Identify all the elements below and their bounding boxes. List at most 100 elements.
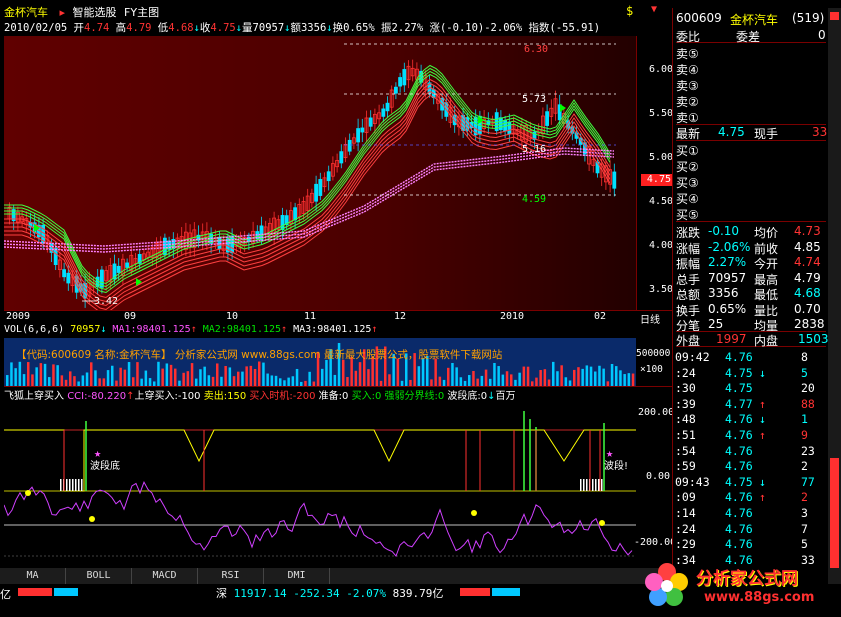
trade-arrow: ↑ <box>759 428 766 442</box>
tab-macd[interactable]: MACD <box>132 568 198 584</box>
tab-boll[interactable]: BOLL <box>66 568 132 584</box>
candlestick-chart[interactable]: 6.30 5.73 5.16 4.59 3.42 <box>4 36 636 322</box>
trade-time: :24 <box>675 521 696 536</box>
stat-label: 均价 <box>754 226 779 240</box>
volume-bar <box>136 362 139 386</box>
volume-bar <box>598 365 601 386</box>
vol-label: 量 <box>242 22 253 34</box>
smart-select-menu[interactable]: 智能选股 <box>73 6 117 19</box>
volume-bar <box>396 358 400 386</box>
trade-volume: 5 <box>801 365 808 380</box>
volume-bar <box>367 369 370 386</box>
volume-bar <box>455 367 458 386</box>
stat-value: 0.70 <box>794 301 821 316</box>
volume-axis-unit: ×100 <box>640 364 663 375</box>
volume-bar <box>211 376 215 386</box>
volume-bar <box>564 377 568 386</box>
stat-row: 总额 3356 最低 4.68 <box>676 286 826 302</box>
trade-volume: 1 <box>801 412 808 427</box>
trade-row: :29 4.76 5 <box>675 537 825 552</box>
stat-label: 量比 <box>754 303 779 318</box>
market-bar-2 <box>460 588 520 596</box>
volume-bar <box>321 368 324 386</box>
stat-value: 3356 <box>708 286 739 300</box>
candle-body <box>326 171 331 182</box>
volume-bar <box>497 366 500 386</box>
candle-body <box>339 151 344 164</box>
indicator-lines-group <box>4 411 636 557</box>
stat-value: 4.68 <box>794 286 821 300</box>
volume-bar <box>279 378 282 386</box>
trade-row: :30 4.75 20 <box>675 381 825 396</box>
candle-body <box>347 139 352 152</box>
volume-panel: VOL(6,6,6) 70957↓ MA1:98401.125↑ MA2:984… <box>4 324 672 386</box>
stat-label: 换手 <box>676 303 701 318</box>
volume-bar <box>510 374 513 386</box>
sell-4: 卖④ <box>676 63 699 77</box>
stock-name-right: 金杯汽车 <box>730 13 779 27</box>
vol-ma2: MA2:98401.125 <box>202 324 282 335</box>
low-label-342: 3.42 <box>94 296 118 307</box>
dropdown-arrow-icon[interactable]: ▸ <box>60 6 66 19</box>
volume-bar <box>106 370 110 386</box>
indicator-chart[interactable]: 波段底 波段! ★ ★ <box>4 401 636 569</box>
volume-bar <box>619 370 622 386</box>
stat-label: 涨跌 <box>676 226 701 240</box>
outer-label: 外盘 <box>676 334 701 348</box>
volume-bar <box>85 372 89 386</box>
volume-bar <box>27 362 30 386</box>
menu-down-icon[interactable]: ▼ <box>651 4 657 15</box>
signal-bar <box>583 479 585 491</box>
tab-dmi[interactable]: DMI <box>264 568 330 584</box>
tab-rsi[interactable]: RSI <box>198 568 264 584</box>
high-label: 高 <box>115 22 127 34</box>
close-label: 收 <box>199 22 211 34</box>
price-tick: 4.50 <box>649 196 674 207</box>
trade-price: 4.76 <box>725 490 753 505</box>
trade-volume: 23 <box>801 443 815 458</box>
candle-body <box>230 235 235 254</box>
trade-row: 09:43 4.75 ↓ 77 <box>675 475 825 490</box>
scrollbar[interactable] <box>828 8 841 584</box>
tab-ma[interactable]: MA <box>0 568 66 584</box>
vol-legend-label: VOL(6,6,6) <box>4 324 65 335</box>
trade-price: 4.76 <box>725 506 753 520</box>
trade-row: :09 4.76 ↑ 2 <box>675 490 825 505</box>
volume-bar <box>266 373 269 386</box>
candle-body <box>125 262 129 268</box>
volume-bar <box>48 377 51 386</box>
volume-bar <box>287 377 290 386</box>
stock-header: 600609 金杯汽车 (519) <box>676 11 826 27</box>
trade-row: :54 4.76 23 <box>675 444 825 459</box>
trade-price: 4.76 <box>725 459 753 474</box>
volume-bar <box>270 375 274 386</box>
volume-bar <box>90 362 93 386</box>
trade-volume: 20 <box>801 381 815 396</box>
candle-body <box>545 111 549 126</box>
dollar-icon[interactable]: $ <box>626 4 633 18</box>
volume-bar <box>631 373 635 386</box>
volume-bar <box>132 377 135 386</box>
signal-bar <box>595 479 597 491</box>
volume-bar <box>480 375 484 386</box>
trade-volume: 5 <box>801 537 808 552</box>
sell-1: 卖① <box>676 109 826 125</box>
volume-bar <box>556 371 559 386</box>
trade-time: :24 <box>675 365 696 380</box>
signal-bar <box>72 479 74 491</box>
volume-bar <box>35 367 38 386</box>
main-indicator-menu[interactable]: FY主图 <box>124 6 159 19</box>
trade-row: :24 4.75 ↓ 5 <box>675 366 825 381</box>
candle-body <box>368 117 373 127</box>
volume-bar <box>417 366 421 386</box>
trade-volume: 2 <box>801 490 808 505</box>
level-label-630: 6.30 <box>524 44 548 55</box>
volume-bar <box>249 365 253 386</box>
star-marker-icon: ★ <box>94 446 101 460</box>
volume-bar <box>228 367 232 386</box>
volume-bar <box>140 378 143 386</box>
candle-body <box>402 69 407 86</box>
indicator-panel: 飞狐上穿买入 CCI:-80.220↑上穿买入:-100 卖出:150 买入时机… <box>4 386 676 569</box>
candle-body <box>381 108 386 117</box>
trade-volume: 7 <box>801 521 808 536</box>
